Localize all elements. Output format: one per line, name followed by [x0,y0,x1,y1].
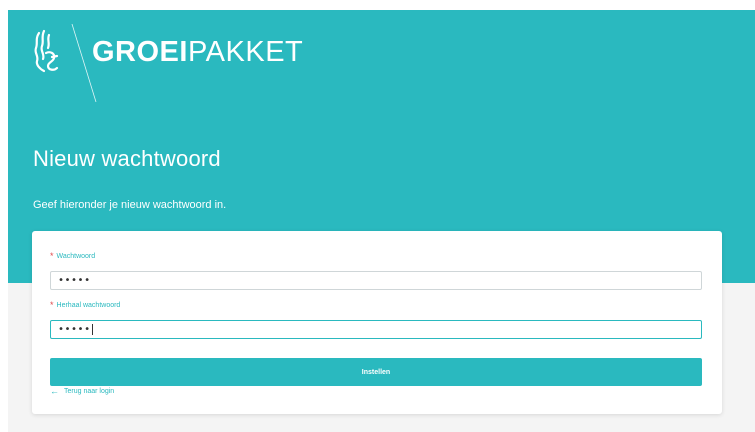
required-marker: * [50,300,54,310]
password-form-card: * Wachtwoord ••••• * Herhaal wachtwoord … [32,231,722,414]
confirm-password-label-text: Herhaal wachtwoord [56,302,121,309]
page-title: Nieuw wachtwoord [33,146,221,171]
logo-text-light: PAKKET [187,35,304,68]
password-label-text: Wachtwoord [56,253,96,260]
arrow-left-icon: ← [50,386,59,396]
confirm-password-input-value: ••••• [58,324,91,335]
confirm-password-label: * Herhaal wachtwoord [50,300,121,310]
password-input[interactable]: ••••• [50,271,702,290]
confirm-password-input[interactable]: ••••• [50,320,702,339]
logo-wordmark: GROEIPAKKET [92,35,304,68]
back-to-login-link[interactable]: ← Terug naar login [50,386,115,396]
logo-text-bold: GROEI [92,35,188,68]
back-to-login-label: Terug naar login [64,388,115,395]
password-label: * Wachtwoord [50,251,96,261]
page-subtitle: Geef hieronder je nieuw wachtwoord in. [33,199,227,211]
submit-button[interactable]: Instellen [50,358,702,386]
required-marker: * [50,251,54,261]
text-cursor [91,324,93,335]
password-input-value: ••••• [58,275,91,286]
page: GROEIPAKKET Nieuw wachtwoord Geef hieron… [0,0,755,432]
brand-logo: GROEIPAKKET [30,24,304,102]
